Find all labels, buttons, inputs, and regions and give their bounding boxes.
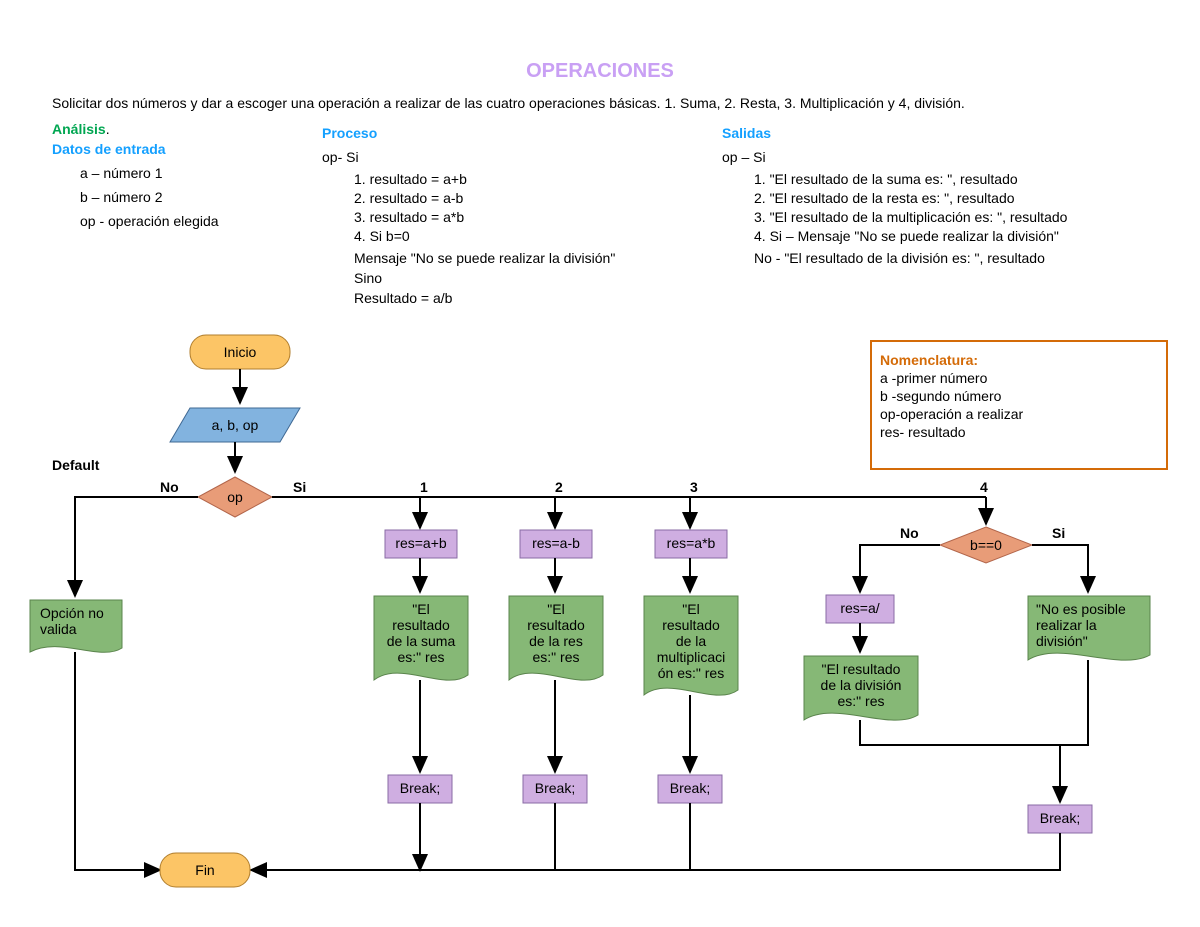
svg-text:de la: de la — [676, 633, 707, 649]
svg-text:"El: "El — [547, 601, 564, 617]
svg-text:multiplicaci: multiplicaci — [657, 649, 725, 665]
process-res-4: res=a/ — [826, 595, 894, 623]
label-case-2: 2 — [555, 479, 563, 495]
svg-text:"No es posible: "No es posible — [1036, 601, 1126, 617]
label-default: Default — [52, 457, 100, 473]
svg-text:es:" res: es:" res — [838, 693, 885, 709]
svg-text:Break;: Break; — [1040, 810, 1080, 826]
svg-text:b==0: b==0 — [970, 537, 1002, 553]
process-break-1: Break; — [388, 775, 452, 803]
process-break-4: Break; — [1028, 805, 1092, 833]
svg-text:op: op — [227, 489, 243, 505]
svg-text:resultado: resultado — [527, 617, 585, 633]
decision-op: op — [198, 477, 272, 517]
process-break-3: Break; — [658, 775, 722, 803]
label-no-op: No — [160, 479, 179, 495]
svg-text:división": división" — [1036, 633, 1088, 649]
svg-text:Inicio: Inicio — [224, 344, 257, 360]
process-res-1: res=a+b — [385, 530, 457, 558]
svg-text:ón es:" res: ón es:" res — [658, 665, 724, 681]
svg-text:res=a*b: res=a*b — [667, 535, 716, 551]
svg-text:Break;: Break; — [400, 780, 440, 796]
svg-text:"El: "El — [682, 601, 699, 617]
display-msg-5: "No es posible realizar la división" — [1028, 596, 1150, 660]
label-case-4: 4 — [980, 479, 988, 495]
svg-text:resultado: resultado — [662, 617, 720, 633]
svg-text:es:" res: es:" res — [533, 649, 580, 665]
display-msg-1: "El resultado de la suma es:" res — [374, 596, 468, 680]
svg-text:Opción no: Opción no — [40, 605, 104, 621]
display-msg-2: "El resultado de la res es:" res — [509, 596, 603, 680]
svg-text:res=a+b: res=a+b — [395, 535, 447, 551]
label-no-b0: No — [900, 525, 919, 541]
io-input: a, b, op — [170, 408, 300, 442]
process-res-2: res=a-b — [520, 530, 592, 558]
display-msg-4: "El resultado de la división es:" res — [804, 656, 918, 720]
terminator-end: Fin — [160, 853, 250, 887]
process-res-3: res=a*b — [655, 530, 727, 558]
svg-text:realizar la: realizar la — [1036, 617, 1097, 633]
svg-text:res=a-b: res=a-b — [532, 535, 580, 551]
svg-text:de la res: de la res — [529, 633, 583, 649]
svg-text:res=a/: res=a/ — [840, 600, 879, 616]
svg-text:valida: valida — [40, 621, 77, 637]
svg-text:a, b, op: a, b, op — [212, 417, 259, 433]
flowchart-svg: Inicio a, b, op Default op No Si Opción … — [0, 0, 1200, 927]
label-case-1: 1 — [420, 479, 428, 495]
label-case-3: 3 — [690, 479, 698, 495]
process-break-2: Break; — [523, 775, 587, 803]
svg-text:Break;: Break; — [535, 780, 575, 796]
svg-text:es:" res: es:" res — [398, 649, 445, 665]
svg-text:Fin: Fin — [195, 862, 214, 878]
label-si-op: Si — [293, 479, 306, 495]
label-si-b0: Si — [1052, 525, 1065, 541]
svg-text:"El resultado: "El resultado — [822, 661, 901, 677]
svg-text:resultado: resultado — [392, 617, 450, 633]
svg-text:"El: "El — [412, 601, 429, 617]
svg-text:de la suma: de la suma — [387, 633, 456, 649]
decision-b0: b==0 — [940, 527, 1032, 563]
display-msg-3: "El resultado de la multiplicaci ón es:"… — [644, 596, 738, 695]
svg-text:de la división: de la división — [821, 677, 902, 693]
svg-text:Break;: Break; — [670, 780, 710, 796]
terminator-start: Inicio — [190, 335, 290, 369]
display-invalid: Opción no valida — [30, 600, 122, 652]
